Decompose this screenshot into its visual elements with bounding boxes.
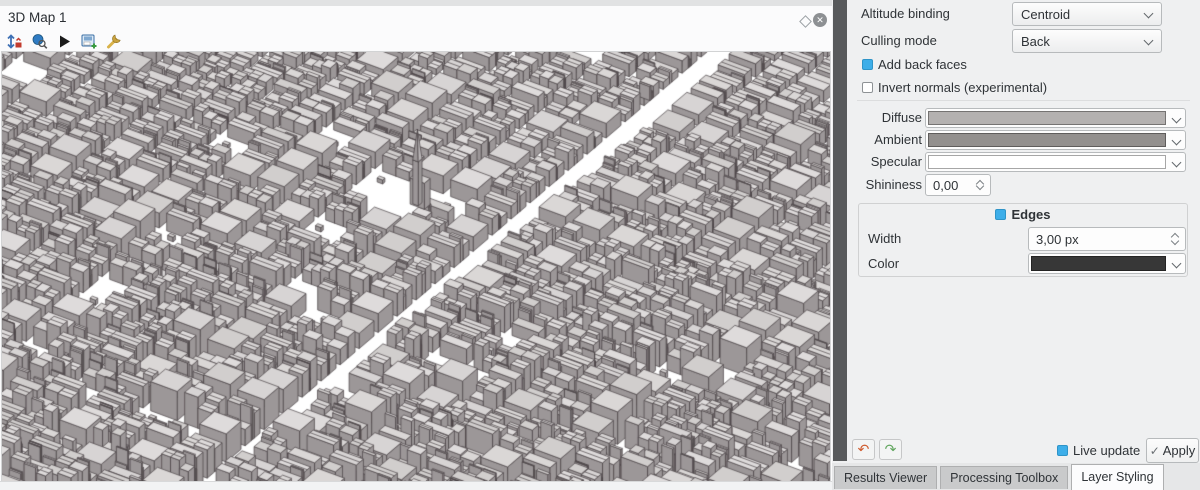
altitude-binding-select[interactable]: Centroid: [1012, 2, 1162, 26]
tab-results-viewer[interactable]: Results Viewer: [834, 466, 937, 489]
edge-color-label: Color: [868, 256, 899, 271]
play-animation-icon[interactable]: [54, 31, 74, 51]
add-back-faces-checkbox[interactable]: [862, 59, 873, 70]
ambient-color-button[interactable]: [925, 130, 1186, 150]
culling-mode-select[interactable]: Back: [1012, 29, 1162, 53]
chevron-down-icon: [1144, 9, 1154, 19]
redo-icon: ↷: [885, 441, 897, 458]
shininess-value: 0,00: [933, 178, 958, 193]
invert-normals-label: Invert normals (experimental): [878, 80, 1047, 95]
configure-icon[interactable]: [104, 31, 124, 51]
undo-icon: ↶: [858, 441, 870, 458]
3d-map-toolbar: [4, 31, 124, 51]
specular-label: Specular: [822, 154, 922, 169]
separator: [857, 100, 1190, 101]
qgis-window: 3D Map 1 ✕: [0, 0, 1200, 490]
invert-normals-checkbox[interactable]: [862, 82, 873, 93]
shininess-label: Shininess: [822, 177, 922, 192]
edges-label: Edges: [1011, 207, 1050, 222]
camera-control-icon[interactable]: [4, 31, 24, 51]
float-dock-icon[interactable]: [799, 15, 812, 28]
diffuse-color-button[interactable]: [925, 108, 1186, 128]
edges-group-title: Edges: [858, 207, 1188, 222]
diffuse-label: Diffuse: [822, 110, 922, 125]
live-update-label: Live update: [1073, 443, 1140, 458]
add-back-faces-label: Add back faces: [878, 57, 967, 72]
tab-processing-toolbox[interactable]: Processing Toolbox: [940, 466, 1068, 489]
3d-map-canvas[interactable]: [2, 52, 830, 481]
dock-title: 3D Map 1: [8, 10, 67, 25]
edge-width-value: 3,00 px: [1036, 232, 1079, 247]
apply-button[interactable]: ✓ Apply: [1146, 438, 1199, 463]
edge-width-label: Width: [868, 231, 901, 246]
save-as-image-icon[interactable]: [79, 31, 99, 51]
bottom-tab-bar: Results Viewer Processing Toolbox Layer …: [832, 463, 1200, 490]
dock-bottom-strip: [0, 481, 832, 490]
chevron-down-icon: [1172, 136, 1182, 146]
diffuse-color-swatch: [928, 111, 1166, 125]
specular-color-swatch: [928, 155, 1166, 169]
apply-label: Apply: [1163, 443, 1196, 458]
chevron-down-icon: [1172, 158, 1182, 168]
dock-top-strip: [0, 0, 832, 6]
undo-button[interactable]: ↶: [852, 439, 875, 460]
edge-color-button[interactable]: [1028, 253, 1186, 274]
specular-color-button[interactable]: [925, 152, 1186, 172]
ambient-color-swatch: [928, 133, 1166, 147]
live-update-checkbox[interactable]: [1057, 445, 1068, 456]
altitude-binding-label: Altitude binding: [861, 6, 950, 21]
close-dock-icon[interactable]: ✕: [813, 13, 827, 27]
tab-layer-styling[interactable]: Layer Styling: [1071, 464, 1163, 490]
altitude-binding-value: Centroid: [1021, 7, 1070, 22]
culling-mode-label: Culling mode: [861, 33, 937, 48]
panel-scrollbar[interactable]: [833, 0, 847, 461]
edge-width-spinbox[interactable]: 3,00 px: [1028, 227, 1186, 251]
3d-map-dock: 3D Map 1 ✕: [0, 0, 832, 490]
chevron-down-icon: [1172, 259, 1182, 269]
check-icon: ✓: [1150, 444, 1160, 458]
culling-mode-value: Back: [1021, 34, 1050, 49]
edge-color-swatch: [1031, 256, 1166, 271]
redo-button[interactable]: ↷: [879, 439, 902, 460]
ambient-label: Ambient: [822, 132, 922, 147]
identify-icon[interactable]: [29, 31, 49, 51]
chevron-down-icon: [1172, 114, 1182, 124]
shininess-spinbox[interactable]: 0,00: [925, 174, 991, 196]
chevron-down-icon: [1144, 36, 1154, 46]
edges-checkbox[interactable]: [995, 209, 1006, 220]
